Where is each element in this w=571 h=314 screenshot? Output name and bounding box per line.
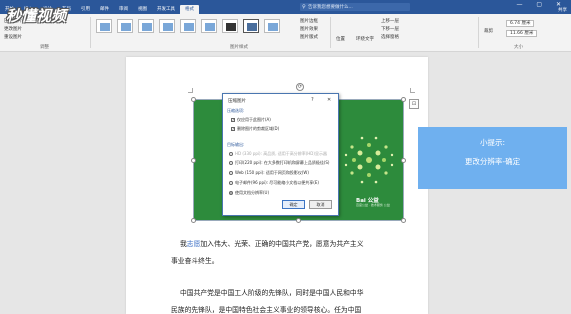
send-backward-button[interactable]: 下移一层	[381, 26, 399, 32]
radio-icon	[229, 181, 233, 185]
radio-selected-icon	[229, 191, 233, 195]
checkbox-label: 删除图片的剪裁区域(D)	[237, 126, 280, 131]
radio-label: 电子邮件(96 ppi): 尽可能缩小文档以便共享(E)	[235, 180, 319, 185]
radio-label: 打印(220 ppi): 在大多数打印机和屏幕上品质极佳(S)	[235, 160, 330, 165]
tab-references[interactable]: 引用	[76, 5, 95, 14]
radio-icon	[229, 152, 233, 156]
tab-review[interactable]: 审阅	[114, 5, 133, 14]
adjust-group-label: 调整	[40, 45, 49, 50]
picture-layout-button[interactable]: 图片版式	[300, 34, 318, 40]
layout-options-icon[interactable]: ⊡	[409, 99, 419, 109]
radio-label: HD (330 ppi): 高品质, 适用于高分辨率(HD)显示器	[235, 151, 327, 156]
picture-style-8[interactable]	[243, 19, 259, 33]
delete-cropped-areas-checkbox[interactable]: ✓ 删除图片的剪裁区域(D)	[231, 126, 279, 132]
tip-body: 更改分辨率-确定	[464, 157, 521, 166]
picture-style-4[interactable]	[159, 19, 175, 33]
text-run: 我	[180, 240, 187, 248]
tab-format[interactable]: 格式	[180, 5, 199, 14]
radio-label: 使用文档分辨率(U)	[235, 190, 270, 195]
resize-handle[interactable]	[401, 158, 406, 163]
ribbon-divider	[330, 17, 331, 48]
tip-box: 小提示: 更改分辨率-确定	[418, 127, 567, 189]
margin-corner-mark	[410, 88, 415, 93]
resolution-option-print[interactable]: 打印(220 ppi): 在大多数打印机和屏幕上品质极佳(S)	[229, 160, 330, 166]
picture-effects-button[interactable]: 图片效果	[300, 26, 318, 32]
text-run: 加入伟大、光荣、正确的中国共产党，愿意为共产主义	[200, 240, 364, 248]
picture-style-3[interactable]	[138, 19, 154, 33]
hyperlink-text[interactable]: 志愿	[187, 240, 201, 248]
resolution-option-web[interactable]: Web (150 ppi): 适用于网页和投影仪(W)	[229, 170, 309, 176]
resolution-option-email[interactable]: 电子邮件(96 ppi): 尽可能缩小文档以便共享(E)	[229, 180, 319, 186]
picture-style-6[interactable]	[201, 19, 217, 33]
resize-handle[interactable]	[401, 218, 406, 223]
selection-pane-button[interactable]: 选择窗格	[381, 34, 399, 40]
tip-title: 小提示:	[479, 138, 506, 147]
ribbon: 压缩图片 更改图片 重设图片 调整 图片样式 图片边框 图片效果 图片版式 位置…	[0, 14, 571, 52]
margin-corner-mark	[188, 88, 193, 93]
reset-picture-button[interactable]: 重设图片	[4, 34, 22, 40]
radio-icon	[229, 161, 233, 165]
target-output-heading: 目标输出:	[227, 142, 245, 147]
resize-handle[interactable]	[191, 218, 196, 223]
checkbox-checked-icon: ✓	[231, 118, 235, 122]
radio-icon	[229, 171, 233, 175]
width-field[interactable]: 11.66 厘米	[506, 30, 538, 37]
resize-handle[interactable]	[191, 97, 196, 102]
crop-button[interactable]: 裁剪	[484, 28, 493, 34]
paragraph-line: 中国共产党是中国工人阶级的先锋队，同时是中国人民和中华	[180, 289, 364, 297]
resolution-option-hd: HD (330 ppi): 高品质, 适用于高分辨率(HD)显示器	[229, 151, 327, 157]
tell-me-text: 告诉我您想要做什么...	[308, 5, 353, 10]
only-this-picture-checkbox[interactable]: ✓ 仅应用于此图片(A)	[231, 117, 271, 123]
dialog-title: 压缩图片	[228, 99, 246, 104]
paragraph-line: 民族的先锋队，是中国特色社会主义事业的领导核心。任为中国	[171, 306, 362, 314]
tab-view[interactable]: 视图	[133, 5, 152, 14]
baidu-dots-graphic	[344, 136, 394, 184]
picture-style-2[interactable]	[117, 19, 133, 33]
paragraph-line: 事业奋斗终生。	[171, 257, 219, 265]
resize-handle[interactable]	[401, 97, 406, 102]
picture-styles-group-label: 图片样式	[230, 45, 248, 50]
picture-style-1[interactable]	[96, 19, 112, 33]
tab-developer[interactable]: 开发工具	[152, 5, 180, 14]
watermark-logo: 秒懂视频	[6, 7, 67, 25]
position-button[interactable]: 位置	[336, 36, 345, 42]
picture-style-7[interactable]	[222, 19, 238, 33]
picture-styles-gallery	[96, 19, 280, 33]
tell-me-search[interactable]: ♀ 告诉我您想要做什么...	[300, 3, 410, 11]
paragraph-line: 我志愿加入伟大、光荣、正确的中国共产党，愿意为共产主义	[180, 238, 364, 248]
bring-forward-button[interactable]: 上移一层	[381, 18, 399, 24]
ribbon-divider	[478, 17, 479, 48]
picture-border-button[interactable]: 图片边框	[300, 18, 318, 24]
rotate-handle-icon[interactable]: ⟳	[296, 83, 304, 91]
height-field[interactable]: 6.74 厘米	[506, 20, 535, 27]
tab-mailings[interactable]: 邮件	[95, 5, 114, 14]
title-bar: 开始 插入 设计 布局 引用 邮件 审阅 视图 开发工具 格式 ♀ 告诉我您想要…	[0, 0, 571, 14]
checkbox-label: 仅应用于此图片(A)	[237, 117, 271, 122]
change-picture-button[interactable]: 更改图片	[4, 26, 22, 32]
checkbox-checked-icon: ✓	[231, 127, 235, 131]
lightbulb-icon: ♀	[302, 4, 306, 10]
resize-handle[interactable]	[191, 158, 196, 163]
picture-style-9[interactable]	[264, 19, 280, 33]
compression-options-heading: 压缩选项:	[227, 108, 245, 113]
help-icon[interactable]: ?	[311, 97, 314, 103]
share-button[interactable]: 共享	[558, 7, 567, 13]
wrap-text-button[interactable]: 环绕文字	[356, 36, 374, 42]
ok-button[interactable]: 确定	[282, 200, 305, 209]
size-group-label: 大小	[514, 45, 523, 50]
close-icon[interactable]: ✕	[327, 97, 331, 103]
picture-style-5[interactable]	[180, 19, 196, 33]
resolution-option-document[interactable]: 使用文档分辨率(U)	[229, 190, 269, 196]
cancel-button[interactable]: 取消	[309, 200, 332, 209]
ribbon-divider	[90, 17, 91, 48]
resize-handle[interactable]	[296, 218, 301, 223]
radio-label: Web (150 ppi): 适用于网页和投影仪(W)	[235, 170, 309, 175]
baidu-gongyi-tagline: 百度公益 · 技术服务 公益	[356, 203, 390, 207]
